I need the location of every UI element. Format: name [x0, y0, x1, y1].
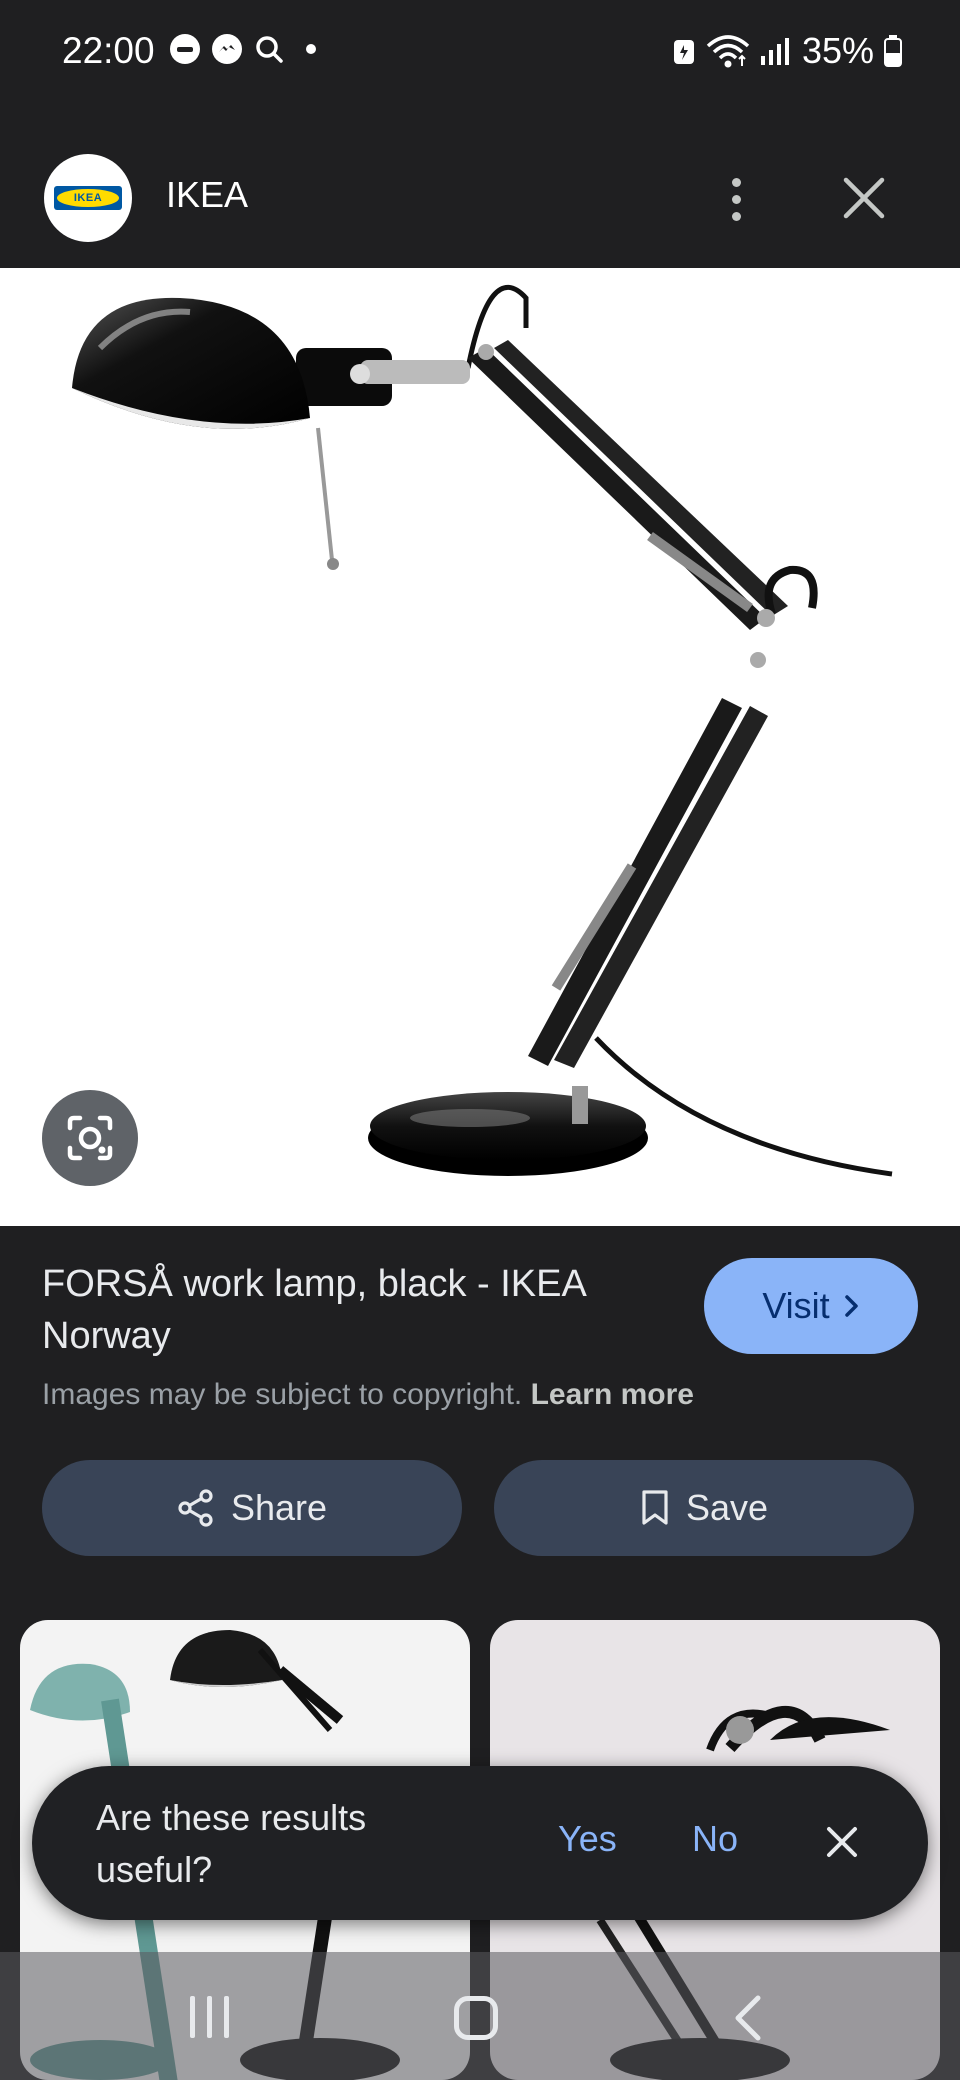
status-system-icons: 35%	[672, 30, 902, 72]
feedback-dismiss-button[interactable]	[816, 1816, 868, 1868]
battery-percentage: 35%	[801, 30, 874, 71]
battery-saver-icon	[673, 40, 694, 64]
wifi-icon	[706, 35, 750, 68]
back-icon	[735, 1995, 761, 2041]
battery-icon	[884, 35, 902, 67]
close-icon	[827, 1827, 857, 1857]
close-button[interactable]	[836, 166, 892, 230]
status-bar: 22:00 35%	[0, 0, 960, 100]
feedback-question: Are these results useful?	[96, 1797, 367, 1890]
more-vert-icon	[731, 177, 741, 187]
lens-icon	[67, 1115, 113, 1161]
work-lamp-image	[72, 284, 893, 1177]
result-header: IKEA IKEA	[0, 140, 960, 250]
result-image[interactable]	[0, 268, 960, 1226]
result-title[interactable]: FORSÅ work lamp, black - IKEA Norway	[42, 1258, 682, 1362]
share-button[interactable]: Share	[42, 1460, 462, 1556]
copyright-text: Images may be subject to copyright.	[42, 1378, 523, 1411]
visit-button[interactable]: Visit	[704, 1258, 918, 1354]
system-nav-bar	[0, 1952, 960, 2080]
recents-button[interactable]	[184, 1996, 234, 2040]
feedback-no-button[interactable]: No	[692, 1818, 738, 1860]
notification-dot	[306, 44, 316, 54]
learn-more-link[interactable]: Learn more	[531, 1378, 694, 1411]
share-icon	[178, 1489, 213, 1527]
status-time: 22:00	[62, 30, 155, 71]
recents-icon	[189, 1996, 195, 2038]
site-name[interactable]: IKEA	[166, 174, 248, 216]
ikea-logo-icon: IKEA	[54, 186, 122, 210]
do-not-disturb-icon	[170, 34, 200, 64]
share-label: Share	[230, 1487, 328, 1528]
close-icon	[843, 177, 885, 219]
messenger-icon	[212, 34, 242, 64]
feedback-snackbar: Are these results useful? Yes No	[32, 1766, 928, 1920]
signal-icon	[760, 38, 789, 65]
more-options-button[interactable]	[712, 164, 760, 234]
search-icon	[254, 34, 284, 64]
home-button[interactable]	[454, 1996, 498, 2040]
bookmark-icon	[642, 1490, 668, 1525]
screen: 22:00 35% IKEA IKEA FORSÅ work lamp, bla…	[0, 0, 960, 2080]
visit-label: Visit	[762, 1285, 830, 1326]
feedback-yes-button[interactable]: Yes	[558, 1818, 617, 1860]
save-button[interactable]: Save	[494, 1460, 914, 1556]
save-label: Save	[685, 1487, 769, 1528]
status-notification-icons	[170, 34, 316, 64]
back-button[interactable]	[728, 1992, 768, 2044]
google-lens-button[interactable]	[42, 1090, 138, 1186]
copyright-notice: Images may be subject to copyright. Lear…	[42, 1378, 694, 1412]
chevron-right-icon	[844, 1295, 858, 1317]
site-favicon: IKEA	[44, 154, 132, 242]
